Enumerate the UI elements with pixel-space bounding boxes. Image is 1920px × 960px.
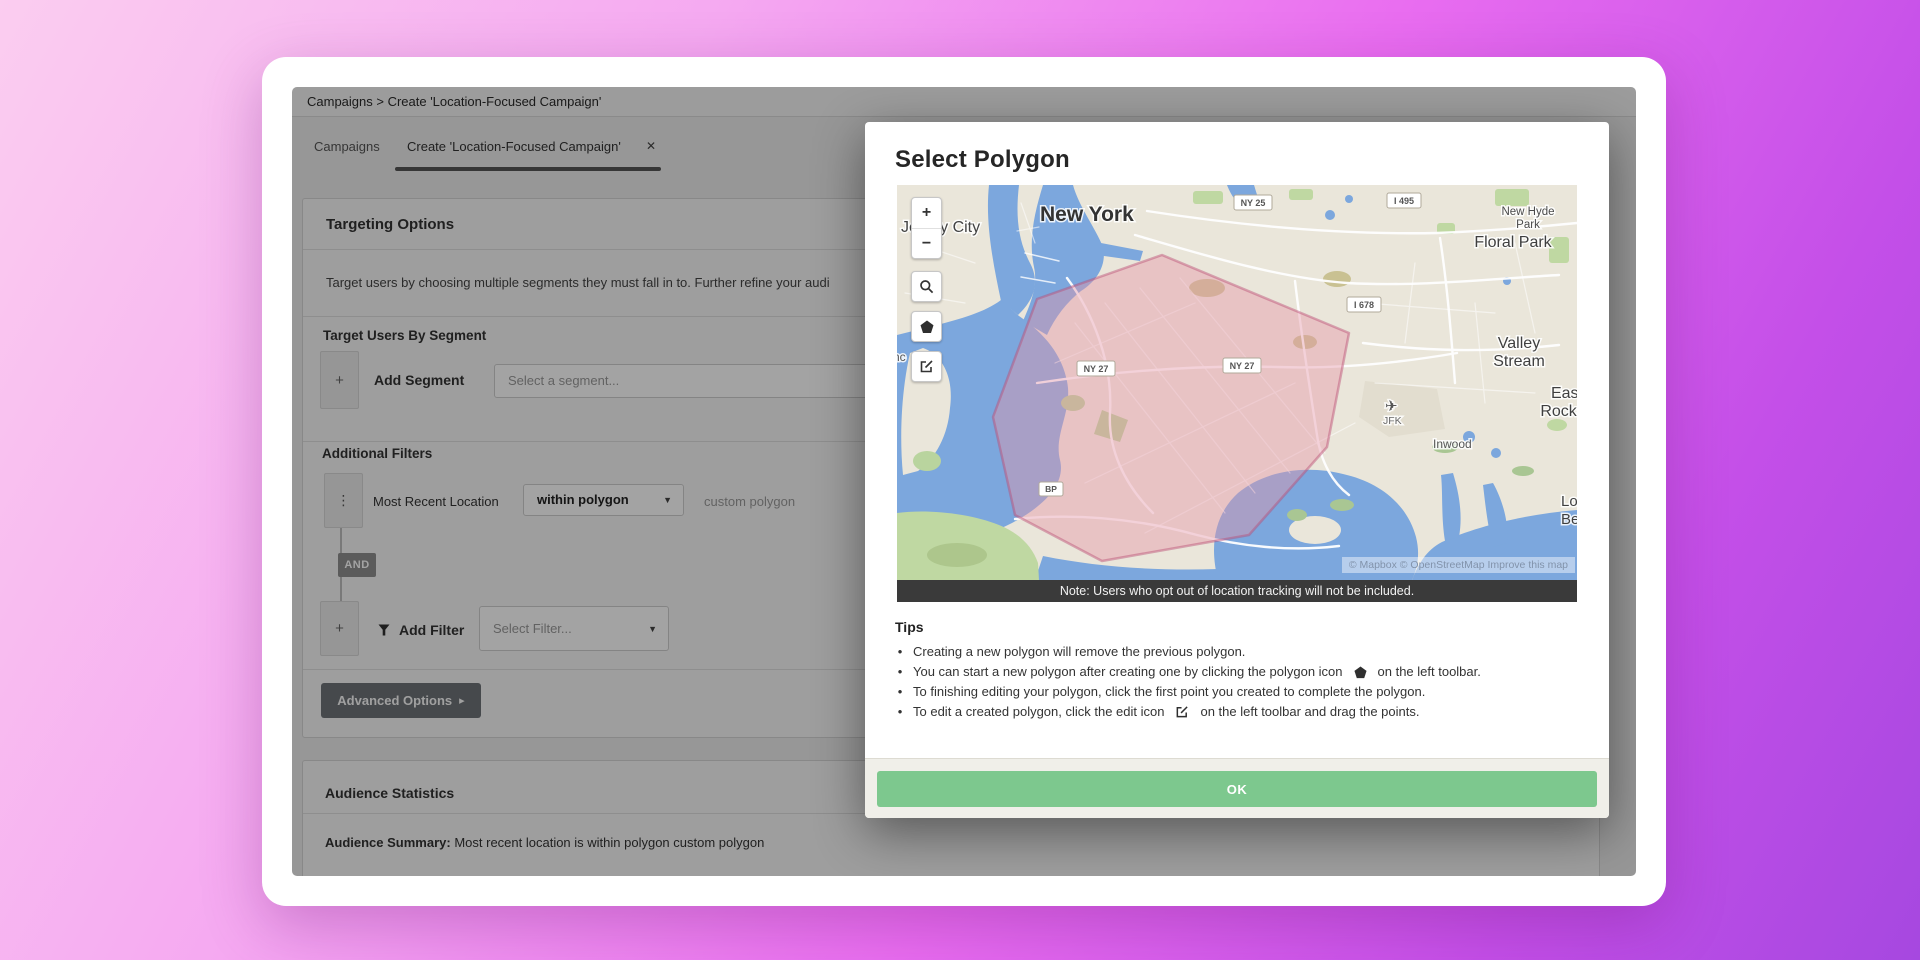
label-long-beach: Lo bbox=[1561, 493, 1577, 510]
shield-ny27: NY 27 bbox=[1230, 361, 1255, 371]
map-zoom-control: + − bbox=[911, 197, 942, 259]
shield-bp: BP bbox=[1045, 484, 1057, 494]
tip-item: • You can start a new polygon after crea… bbox=[895, 662, 1585, 682]
bullet-icon: • bbox=[895, 642, 905, 662]
label-floral-park: Floral Park bbox=[1474, 234, 1552, 251]
zoom-in-button[interactable]: + bbox=[912, 198, 941, 228]
tip-text: To edit a created polygon, click the edi… bbox=[913, 702, 1164, 722]
tip-text: Creating a new polygon will remove the p… bbox=[913, 642, 1245, 662]
tip-text: You can start a new polygon after creati… bbox=[913, 662, 1343, 682]
ok-button[interactable]: OK bbox=[877, 771, 1597, 807]
tips-section: Tips • Creating a new polygon will remov… bbox=[895, 619, 1585, 722]
edit-icon bbox=[1175, 705, 1189, 719]
tips-heading: Tips bbox=[895, 619, 1585, 635]
tip-text: on the left toolbar. bbox=[1378, 662, 1481, 682]
desktop-background: Campaigns > Create 'Location-Focused Cam… bbox=[0, 0, 1920, 960]
label-long-beach: Be bbox=[1561, 511, 1577, 528]
edit-icon bbox=[919, 359, 934, 374]
map-edit-polygon-button[interactable] bbox=[911, 351, 942, 382]
map-draw-polygon-button[interactable] bbox=[911, 311, 942, 342]
tip-item: • To edit a created polygon, click the e… bbox=[895, 702, 1585, 722]
label-valley-stream: Stream bbox=[1493, 353, 1545, 370]
modal-title: Select Polygon bbox=[895, 146, 1070, 174]
map-canvas[interactable]: NY 25 I 495 I 678 NY 27 NY 27 BP bbox=[897, 185, 1577, 580]
bullet-icon: • bbox=[895, 702, 905, 722]
airplane-icon: ✈ bbox=[1385, 398, 1398, 415]
label-new-hyde-park: New Hyde bbox=[1501, 206, 1554, 218]
label-valley-stream: Valley bbox=[1498, 335, 1540, 352]
label-jfk: JFK bbox=[1383, 415, 1402, 427]
map-search-button[interactable] bbox=[911, 271, 942, 302]
shield-i495: I 495 bbox=[1394, 196, 1414, 206]
polygon-icon bbox=[1354, 666, 1367, 679]
label-inwood: Inwood bbox=[1433, 437, 1472, 451]
campaign-app: Campaigns > Create 'Location-Focused Cam… bbox=[292, 87, 1636, 876]
bullet-icon: • bbox=[895, 662, 905, 682]
label-east-rockaway: Rockav bbox=[1540, 403, 1577, 420]
tip-text: To finishing editing your polygon, click… bbox=[913, 682, 1425, 702]
bullet-icon: • bbox=[895, 682, 905, 702]
map-attribution[interactable]: © Mapbox © OpenStreetMap Improve this ma… bbox=[1342, 557, 1575, 573]
map-container[interactable]: NY 25 I 495 I 678 NY 27 NY 27 BP bbox=[897, 185, 1577, 602]
search-icon bbox=[919, 279, 934, 294]
browser-window-frame: Campaigns > Create 'Location-Focused Cam… bbox=[262, 57, 1666, 906]
label-new-hyde-park: Park bbox=[1516, 219, 1540, 231]
polygon-icon bbox=[920, 320, 934, 334]
label-east-rockaway: East bbox=[1551, 385, 1577, 402]
modal-footer: OK bbox=[865, 758, 1609, 818]
select-polygon-modal: Select Polygon bbox=[865, 122, 1609, 818]
label-new-york: New York bbox=[1040, 203, 1134, 226]
shield-i678: I 678 bbox=[1354, 300, 1374, 310]
shield-ny25: NY 25 bbox=[1241, 198, 1266, 208]
zoom-out-button[interactable]: − bbox=[912, 228, 941, 258]
location-tracking-note: Note: Users who opt out of location trac… bbox=[897, 580, 1577, 602]
tip-item: • Creating a new polygon will remove the… bbox=[895, 642, 1585, 662]
tip-text: on the left toolbar and drag the points. bbox=[1200, 702, 1419, 722]
shield-ny27: NY 27 bbox=[1084, 364, 1109, 374]
label-partial-left: nc bbox=[897, 350, 906, 364]
tip-item: • To finishing editing your polygon, cli… bbox=[895, 682, 1585, 702]
